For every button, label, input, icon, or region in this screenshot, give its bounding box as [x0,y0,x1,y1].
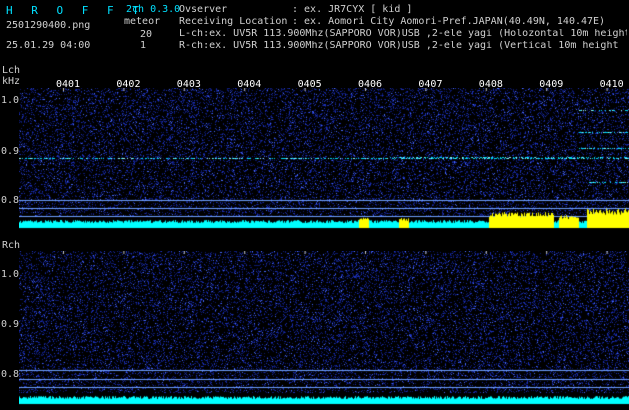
lch-freq-tick-0-8: 0.8 [1,195,20,206]
app-logo: H R O F F T [6,4,145,17]
rch-label: Rch [2,240,21,251]
observer-value: : ex. JR7CYX [ kid ] [292,4,413,15]
lch-freq-tick-0-9: 0.9 [1,146,20,157]
meteor-label: meteor [124,16,161,27]
lch-info: L-ch:ex. UV5R 113.900Mhz(SAPPORO VOR)USB… [179,29,627,39]
filename-text: 2501290400.png [6,20,91,31]
rch-spectrogram [19,251,629,407]
lch-unit: kHz [2,76,21,87]
rch-info: R-ch:ex. UV5R 113.900Mhz(SAPPORO VOR)USB… [179,41,619,51]
rch-freq-tick-1-0: 1.0 [1,269,20,280]
lch-freq-tick-1-0: 1.0 [1,95,20,106]
meteor-count-rch: 1 [140,40,147,51]
rch-freq-tick-0-9: 0.9 [1,319,20,330]
lch-spectrogram [19,88,629,231]
meteor-count-lch: 20 [140,29,153,40]
rch-freq-tick-0-8: 0.8 [1,369,20,380]
datetime-text: 25.01.29 04:00 [6,40,91,51]
location-value: : ex. Aomori City Aomori-Pref.JAPAN(40.4… [292,16,606,27]
lch-label: Lch [2,65,21,76]
observer-label: Ovserver [179,4,228,15]
location-label: Receiving Location [179,16,288,27]
mode-text: 2ch 0.3.0 [126,4,181,15]
